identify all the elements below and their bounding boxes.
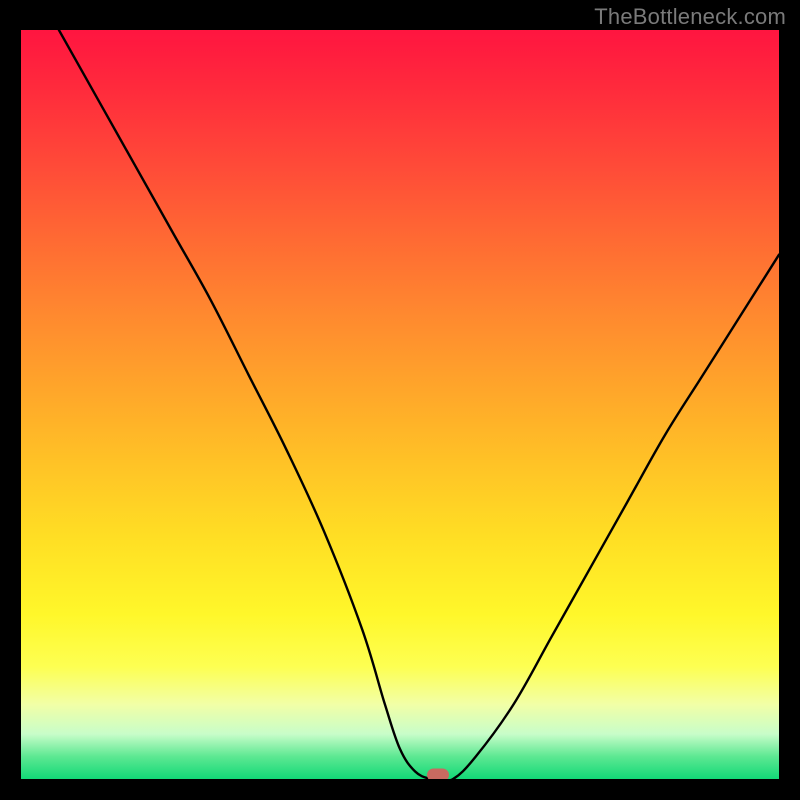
watermark-text: TheBottleneck.com bbox=[594, 4, 786, 30]
chart-frame: TheBottleneck.com bbox=[0, 0, 800, 800]
marker-icon bbox=[427, 769, 449, 779]
background-gradient bbox=[21, 30, 779, 779]
plot-area bbox=[21, 30, 779, 779]
